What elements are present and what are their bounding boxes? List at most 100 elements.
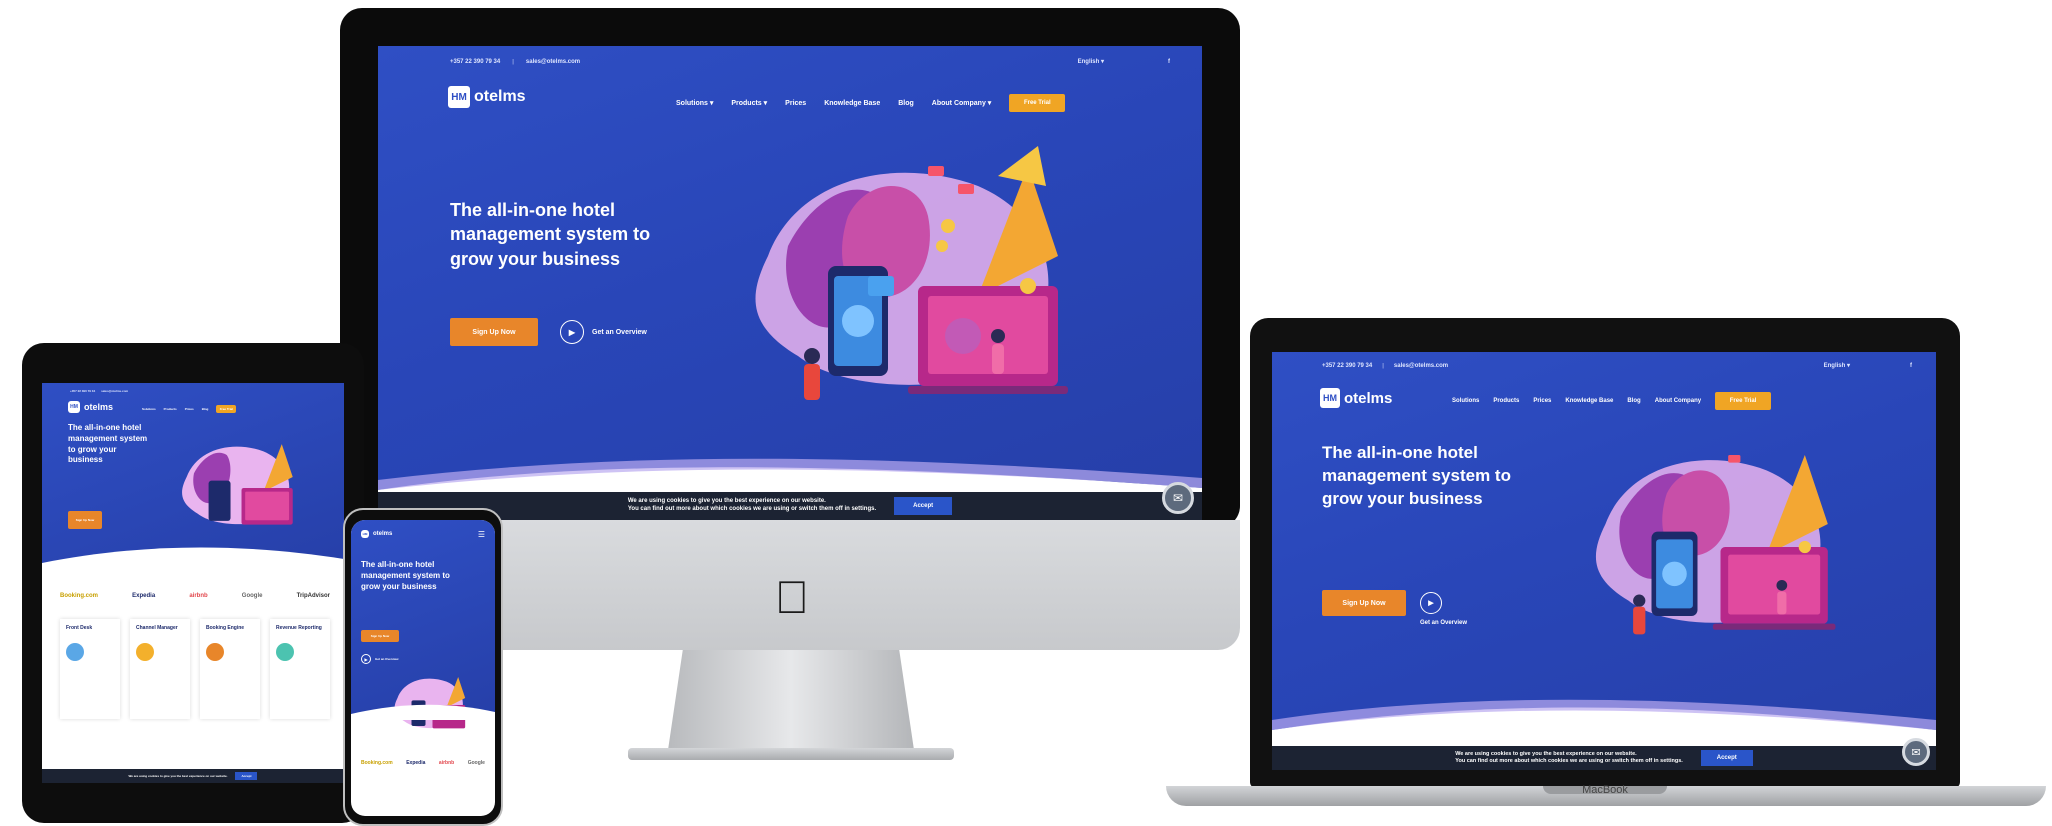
nav-prices[interactable]: Prices (785, 100, 806, 107)
overview-link[interactable]: ▶ Get an Overview (560, 320, 647, 344)
top-bar: +357 22 390 79 34 | sales@otelms.com Eng… (450, 58, 1170, 66)
email-link[interactable]: sales@otelms.com (526, 59, 580, 65)
nav-products[interactable]: Products ▾ (731, 99, 767, 107)
ipad-hero: +357 22 390 79 34 sales@otelms.com HM ot… (42, 383, 344, 573)
play-icon: ▶ (361, 654, 371, 664)
chat-icon[interactable]: ✉ (1902, 738, 1930, 766)
partner-tripadvisor: TripAdvisor (296, 593, 330, 599)
email-link[interactable]: sales@otelms.com (1394, 363, 1448, 369)
hero-title: The all-in-one hotel management system t… (1322, 443, 1511, 508)
free-trial-button[interactable]: Free Trial (1009, 94, 1066, 112)
feature-card[interactable]: Booking Engine (200, 619, 260, 719)
logo-mark-icon: HM (448, 86, 470, 108)
nav-blog[interactable]: Blog (202, 407, 209, 411)
phone-number[interactable]: +357 22 390 79 34 (450, 59, 500, 65)
booking-engine-icon (206, 643, 224, 661)
channel-manager-icon (136, 643, 154, 661)
main-nav: Solutions Products Prices Knowledge Base… (1452, 392, 1772, 410)
cookie-text: We are using cookies to give you the bes… (1455, 750, 1683, 764)
front-desk-icon (66, 643, 84, 661)
ipad-screen: +357 22 390 79 34 sales@otelms.com HM ot… (42, 383, 344, 783)
logo[interactable]: HM otelms (1320, 388, 1392, 408)
partner-airbnb: airbnb (438, 760, 455, 766)
cookie-bar: We are using cookies to give you the bes… (42, 769, 344, 783)
cookie-bar: We are using cookies to give you the bes… (378, 492, 1202, 520)
partner-expedia: Expedia (406, 760, 426, 766)
phone-hero: HM otelms ☰ The all-in-one hotel managem… (351, 520, 495, 729)
logo-mark-icon: HM (68, 401, 80, 413)
sign-up-button[interactable]: Sign Up Now (361, 630, 399, 642)
feature-card[interactable]: Channel Manager (130, 619, 190, 719)
hero-illustration (755, 146, 1068, 400)
top-bar: +357 22 390 79 34 | sales@otelms.com Eng… (1322, 362, 1912, 370)
nav-solutions[interactable]: Solutions (1452, 398, 1479, 404)
macbook-label: MacBook (1582, 784, 1628, 796)
sign-up-button[interactable]: Sign Up Now (450, 318, 538, 346)
language-select[interactable]: English ▾ (1078, 58, 1104, 65)
feature-card[interactable]: Front Desk (60, 619, 120, 719)
facebook-icon[interactable]: f (1168, 59, 1170, 65)
nav-products[interactable]: Products (1493, 398, 1519, 404)
logo[interactable]: HM otelms (68, 401, 113, 413)
partner-logos: Booking.com Expedia airbnb Google (361, 760, 485, 766)
overview-link[interactable]: ▶ Get an Overview (361, 654, 399, 664)
phone-screen: HM otelms ☰ The all-in-one hotel managem… (351, 520, 495, 816)
hero-title: The all-in-one hotel management system t… (361, 560, 450, 591)
logo-mark-icon: HM (361, 530, 369, 538)
free-trial-button[interactable]: Free Trial (1715, 392, 1772, 410)
hero-title: The all-in-one hotel management system t… (68, 423, 148, 465)
logo[interactable]: HM otelms (448, 86, 526, 108)
overview-link[interactable]: ▶ Get an Overview (1420, 592, 1467, 626)
hero-wave (351, 704, 495, 720)
phone-number[interactable]: +357 22 390 79 34 (1322, 363, 1372, 369)
partner-booking: Booking.com (361, 760, 393, 766)
partner-google: Google (241, 593, 263, 599)
imac-foot (628, 748, 954, 760)
facebook-icon[interactable]: f (1910, 363, 1912, 369)
nav-knowledge-base[interactable]: Knowledge Base (1565, 398, 1613, 404)
hero-wave (42, 547, 344, 573)
apple-logo-icon:  (772, 570, 812, 624)
nav-blog[interactable]: Blog (898, 100, 914, 107)
main-nav: Solutions Products Prices Blog Free Tria… (142, 405, 237, 413)
nav-about[interactable]: About Company (1655, 398, 1701, 404)
logo-mark-icon: HM (1320, 388, 1340, 408)
hero-illustration (182, 444, 293, 525)
top-bar: +357 22 390 79 34 sales@otelms.com (70, 389, 128, 393)
chat-icon[interactable]: ✉ (1162, 482, 1194, 514)
hero-title: The all-in-one hotel management system t… (450, 200, 651, 269)
feature-card[interactable]: Revenue Reporting (270, 619, 330, 719)
partner-airbnb: airbnb (189, 593, 208, 599)
nav-prices[interactable]: Prices (185, 407, 194, 411)
nav-prices[interactable]: Prices (1533, 398, 1551, 404)
language-select[interactable]: English ▾ (1824, 362, 1850, 369)
sign-up-button[interactable]: Sign Up Now (68, 511, 102, 529)
accept-cookies-button[interactable]: Accept (235, 772, 258, 780)
play-icon: ▶ (1420, 592, 1442, 614)
menu-icon[interactable]: ☰ (478, 530, 485, 539)
nav-knowledge-base[interactable]: Knowledge Base (824, 100, 880, 107)
email-link[interactable]: sales@otelms.com (101, 389, 128, 393)
nav-about[interactable]: About Company ▾ (932, 99, 992, 107)
imac-stand (668, 650, 914, 750)
revenue-reporting-icon (276, 643, 294, 661)
cookie-bar: We are using cookies to give you the bes… (1272, 746, 1936, 770)
accept-cookies-button[interactable]: Accept (894, 497, 953, 515)
phone-number[interactable]: +357 22 390 79 34 (70, 389, 95, 393)
nav-blog[interactable]: Blog (1627, 398, 1640, 404)
nav-solutions[interactable]: Solutions ▾ (676, 99, 713, 107)
free-trial-button[interactable]: Free Trial (216, 405, 237, 413)
sign-up-button[interactable]: Sign Up Now (1322, 590, 1406, 616)
logo[interactable]: HM otelms (361, 530, 392, 538)
play-icon: ▶ (560, 320, 584, 344)
main-nav: Solutions ▾ Products ▾ Prices Knowledge … (676, 94, 1066, 112)
partner-google: Google (467, 760, 485, 766)
partner-expedia: Expedia (132, 593, 156, 599)
nav-products[interactable]: Products (164, 407, 177, 411)
macbook-screen: +357 22 390 79 34 | sales@otelms.com Eng… (1272, 352, 1936, 770)
devices-mockup:  +357 22 390 79 34 | sales@otelms.com E… (0, 0, 2052, 826)
partner-booking: Booking.com (60, 593, 99, 599)
partner-logos: Booking.com Expedia airbnb Google TripAd… (60, 593, 330, 599)
nav-solutions[interactable]: Solutions (142, 407, 156, 411)
accept-cookies-button[interactable]: Accept (1700, 750, 1753, 766)
